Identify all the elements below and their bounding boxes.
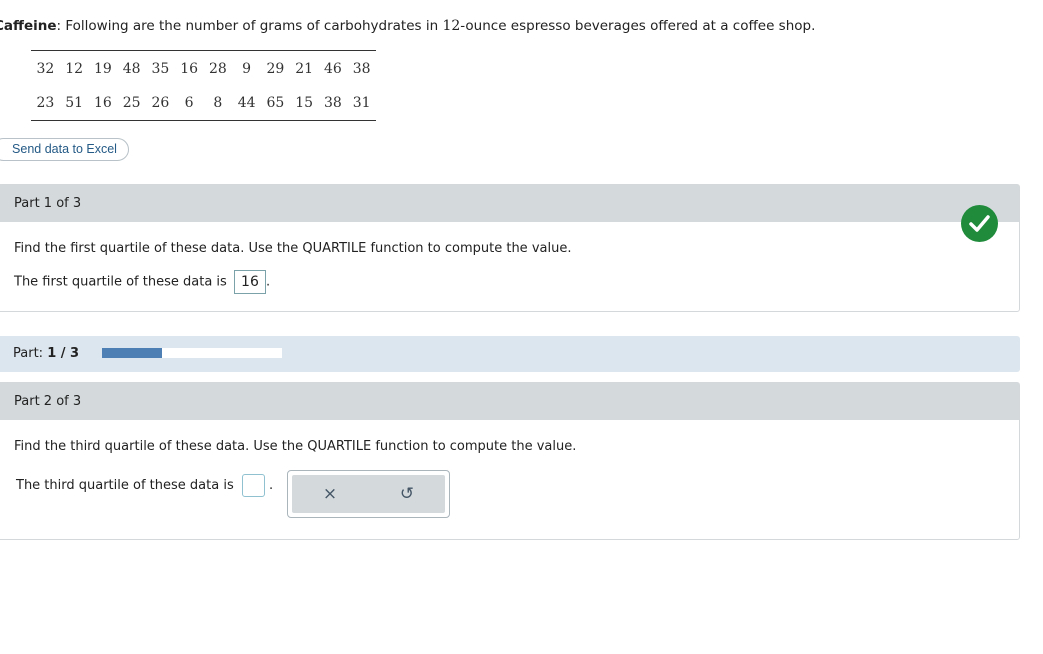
- data-table-cell: 26: [151, 95, 170, 111]
- progress-label: Part: 1 / 3: [13, 346, 79, 361]
- data-table-cell: 9: [242, 61, 252, 77]
- part2-answer-field[interactable]: [241, 474, 265, 497]
- part1-question: Find the first quartile of these data. U…: [14, 241, 572, 256]
- data-table-cell: 15: [295, 95, 314, 111]
- part2-answer-prefix: The third quartile of these data is: [16, 478, 234, 493]
- progress-value: 1 / 3: [47, 346, 80, 361]
- data-table: 32 12 19 48 35 16 28 9 29 21 46 38 23 51 16 25 26 6 8 44 65 1…: [31, 50, 376, 121]
- data-table-cell: 35: [151, 61, 170, 77]
- data-table-cell: 19: [93, 61, 112, 77]
- answer-tools-panel: × ↺: [287, 470, 450, 518]
- part1-answer-prefix: The first quartile of these data is: [14, 274, 227, 290]
- data-table-cell: 29: [266, 61, 285, 77]
- undo-icon: ↺: [399, 484, 415, 504]
- data-table-cell: 23: [36, 95, 55, 111]
- part2-panel: Part 2 of 3 Find the third quartile of t…: [0, 382, 1020, 540]
- data-table-cell: 31: [352, 95, 371, 111]
- data-table-cell: 51: [65, 95, 84, 111]
- data-table-cell: 48: [122, 61, 141, 77]
- part1-answer-line: The first quartile of these data is 16.: [14, 270, 270, 294]
- problem-statement: Caffeine: Following are the number of gr…: [0, 18, 815, 34]
- problem-text-before: Following are the number of grams of car…: [61, 18, 443, 34]
- data-table-cell: 6: [184, 95, 194, 111]
- x-icon: ×: [322, 484, 338, 504]
- part2-header: Part 2 of 3: [0, 383, 1019, 420]
- data-table-cell: 46: [323, 61, 342, 77]
- part1-header: Part 1 of 3: [0, 185, 1019, 222]
- part2-answer-line: The third quartile of these data is .: [16, 474, 273, 497]
- problem-label: Caffeine: [0, 18, 57, 34]
- data-table-cell: 38: [323, 95, 342, 111]
- problem-number: 12: [442, 18, 461, 34]
- progress-label-text: Part:: [13, 346, 44, 361]
- answer-tools-bar: × ↺: [292, 475, 445, 513]
- data-table-cell: 28: [208, 61, 227, 77]
- data-table-cell: 65: [266, 95, 285, 111]
- problem-text-after: -ounce espresso beverages offered at a c…: [460, 18, 816, 34]
- part1-panel: Part 1 of 3 Find the first quartile of t…: [0, 184, 1020, 312]
- part2-question: Find the third quartile of these data. U…: [14, 439, 577, 454]
- checkmark-icon: [961, 205, 998, 242]
- clear-button[interactable]: ×: [292, 475, 368, 513]
- data-table-cell: 12: [65, 61, 84, 77]
- progress-bar-fill: [102, 348, 162, 358]
- data-table-cell: 21: [295, 61, 314, 77]
- part2-answer-suffix: .: [269, 478, 274, 493]
- data-table-cell: 25: [122, 95, 141, 111]
- progress-bar: [102, 348, 282, 358]
- data-table-row: 23 51 16 25 26 6 8 44 65 15 38 31: [31, 86, 376, 121]
- part-progress-row: Part: 1 / 3: [0, 336, 1020, 372]
- part1-answer-suffix: .: [265, 274, 271, 290]
- part1-answer-field[interactable]: 16: [233, 270, 266, 294]
- data-table-cell: 44: [237, 95, 256, 111]
- send-to-excel-button[interactable]: Send data to Excel: [0, 138, 129, 161]
- undo-button[interactable]: ↺: [369, 475, 445, 513]
- data-table-cell: 32: [36, 61, 55, 77]
- data-table-cell: 8: [213, 95, 223, 111]
- data-table-cell: 16: [180, 61, 199, 77]
- data-table-cell: 16: [93, 95, 112, 111]
- data-table-row: 32 12 19 48 35 16 28 9 29 21 46 38: [31, 51, 376, 87]
- data-table-cell: 38: [352, 61, 371, 77]
